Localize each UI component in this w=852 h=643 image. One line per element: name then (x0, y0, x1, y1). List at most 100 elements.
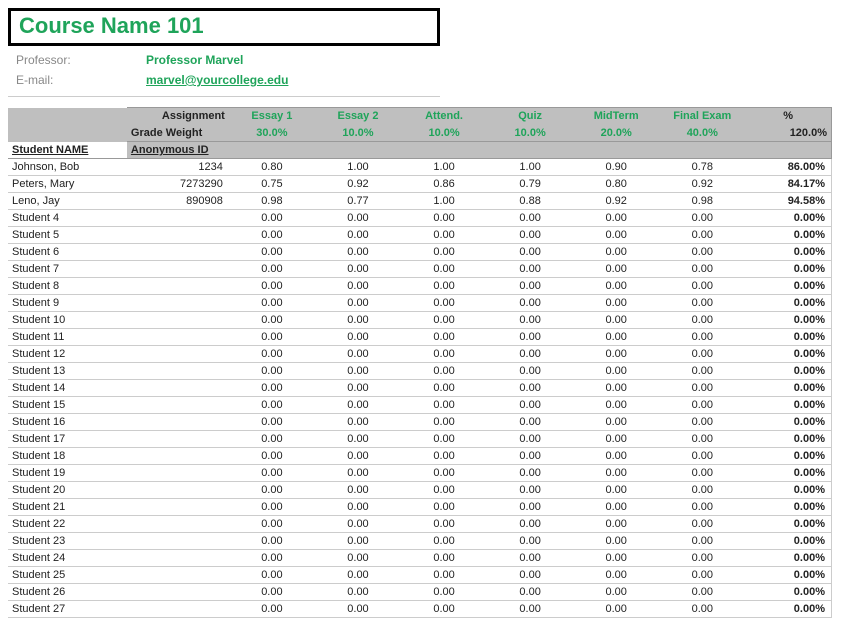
score-cell: 0.86 (401, 176, 487, 193)
score-cell: 0.00 (401, 380, 487, 397)
score-cell: 0.00 (315, 584, 401, 601)
score-cell: 0.00 (573, 397, 659, 414)
score-cell: 0.00 (487, 363, 573, 380)
pct-cell: 86.00% (745, 159, 831, 176)
anon-id (127, 550, 229, 567)
score-cell: 0.78 (659, 159, 745, 176)
score-cell: 0.00 (659, 295, 745, 312)
student-name: Student 27 (8, 601, 127, 618)
score-cell: 0.00 (315, 329, 401, 346)
score-cell: 0.00 (659, 516, 745, 533)
grade-weight-label: Grade Weight (127, 125, 229, 142)
student-row[interactable]: Student 160.000.000.000.000.000.000.00% (8, 414, 832, 431)
student-name: Student 21 (8, 499, 127, 516)
score-cell: 0.00 (315, 567, 401, 584)
score-cell: 1.00 (401, 193, 487, 210)
pct-cell: 0.00% (745, 295, 831, 312)
email-link[interactable]: marvel@yourcollege.edu (146, 73, 288, 87)
student-name: Student 7 (8, 261, 127, 278)
score-cell: 0.00 (487, 227, 573, 244)
student-row[interactable]: Student 60.000.000.000.000.000.000.00% (8, 244, 832, 261)
student-row[interactable]: Johnson, Bob12340.801.001.001.000.900.78… (8, 159, 832, 176)
anon-id (127, 516, 229, 533)
score-cell: 0.00 (573, 261, 659, 278)
anon-id (127, 261, 229, 278)
score-cell: 0.00 (573, 567, 659, 584)
student-row[interactable]: Student 230.000.000.000.000.000.000.00% (8, 533, 832, 550)
score-cell: 0.00 (573, 533, 659, 550)
student-row[interactable]: Student 250.000.000.000.000.000.000.00% (8, 567, 832, 584)
student-row[interactable]: Peters, Mary72732900.750.920.860.790.800… (8, 176, 832, 193)
score-cell: 0.98 (229, 193, 315, 210)
student-row[interactable]: Student 130.000.000.000.000.000.000.00% (8, 363, 832, 380)
score-cell: 0.00 (487, 431, 573, 448)
student-row[interactable]: Student 190.000.000.000.000.000.000.00% (8, 465, 832, 482)
student-name: Student 25 (8, 567, 127, 584)
score-cell: 0.00 (487, 346, 573, 363)
score-cell: 0.00 (229, 261, 315, 278)
weight-1: 10.0% (315, 125, 401, 142)
student-row[interactable]: Student 100.000.000.000.000.000.000.00% (8, 312, 832, 329)
student-name: Student 17 (8, 431, 127, 448)
student-row[interactable]: Student 140.000.000.000.000.000.000.00% (8, 380, 832, 397)
score-cell: 0.00 (401, 397, 487, 414)
score-cell: 0.90 (573, 159, 659, 176)
score-cell: 0.00 (573, 227, 659, 244)
anon-id (127, 363, 229, 380)
score-cell: 0.00 (659, 533, 745, 550)
student-row[interactable]: Student 150.000.000.000.000.000.000.00% (8, 397, 832, 414)
score-cell: 0.00 (659, 329, 745, 346)
email-row: E-mail: marvel@yourcollege.edu (8, 70, 844, 90)
pct-cell: 84.17% (745, 176, 831, 193)
score-cell: 0.00 (401, 482, 487, 499)
email-label: E-mail: (16, 73, 146, 87)
score-cell: 0.00 (229, 499, 315, 516)
student-row[interactable]: Student 200.000.000.000.000.000.000.00% (8, 482, 832, 499)
student-row[interactable]: Leno, Jay8909080.980.771.000.880.920.989… (8, 193, 832, 210)
assignment-col-5: Final Exam (659, 108, 745, 125)
pct-cell: 0.00% (745, 278, 831, 295)
score-cell: 0.00 (401, 431, 487, 448)
student-row[interactable]: Student 260.000.000.000.000.000.000.00% (8, 584, 832, 601)
student-row[interactable]: Student 90.000.000.000.000.000.000.00% (8, 295, 832, 312)
student-row[interactable]: Student 180.000.000.000.000.000.000.00% (8, 448, 832, 465)
student-row[interactable]: Student 50.000.000.000.000.000.000.00% (8, 227, 832, 244)
student-name: Student 8 (8, 278, 127, 295)
score-cell: 0.00 (659, 601, 745, 618)
score-cell: 0.00 (659, 346, 745, 363)
score-cell: 0.00 (659, 278, 745, 295)
score-cell: 0.00 (573, 346, 659, 363)
score-cell: 0.00 (487, 499, 573, 516)
student-row[interactable]: Student 220.000.000.000.000.000.000.00% (8, 516, 832, 533)
student-row[interactable]: Student 240.000.000.000.000.000.000.00% (8, 550, 832, 567)
anon-id (127, 210, 229, 227)
pct-cell: 0.00% (745, 397, 831, 414)
student-row[interactable]: Student 80.000.000.000.000.000.000.00% (8, 278, 832, 295)
score-cell: 0.00 (401, 499, 487, 516)
score-cell: 0.00 (401, 414, 487, 431)
student-row[interactable]: Student 210.000.000.000.000.000.000.00% (8, 499, 832, 516)
score-cell: 0.00 (659, 397, 745, 414)
score-cell: 0.00 (229, 533, 315, 550)
score-cell: 0.00 (573, 414, 659, 431)
student-row[interactable]: Student 120.000.000.000.000.000.000.00% (8, 346, 832, 363)
anon-id: 1234 (127, 159, 229, 176)
student-row[interactable]: Student 70.000.000.000.000.000.000.00% (8, 261, 832, 278)
score-cell: 0.00 (487, 295, 573, 312)
anon-id (127, 312, 229, 329)
student-row[interactable]: Student 270.000.000.000.000.000.000.00% (8, 601, 832, 618)
student-row[interactable]: Student 40.000.000.000.000.000.000.00% (8, 210, 832, 227)
score-cell: 0.00 (401, 329, 487, 346)
student-name: Student 20 (8, 482, 127, 499)
score-cell: 0.00 (315, 499, 401, 516)
score-cell: 0.00 (229, 465, 315, 482)
anon-id: 890908 (127, 193, 229, 210)
student-row[interactable]: Student 110.000.000.000.000.000.000.00% (8, 329, 832, 346)
student-name-header: Student NAME (8, 142, 127, 159)
student-name: Student 18 (8, 448, 127, 465)
pct-cell: 0.00% (745, 329, 831, 346)
student-row[interactable]: Student 170.000.000.000.000.000.000.00% (8, 431, 832, 448)
pct-cell: 0.00% (745, 431, 831, 448)
score-cell: 0.00 (573, 380, 659, 397)
pct-cell: 0.00% (745, 261, 831, 278)
